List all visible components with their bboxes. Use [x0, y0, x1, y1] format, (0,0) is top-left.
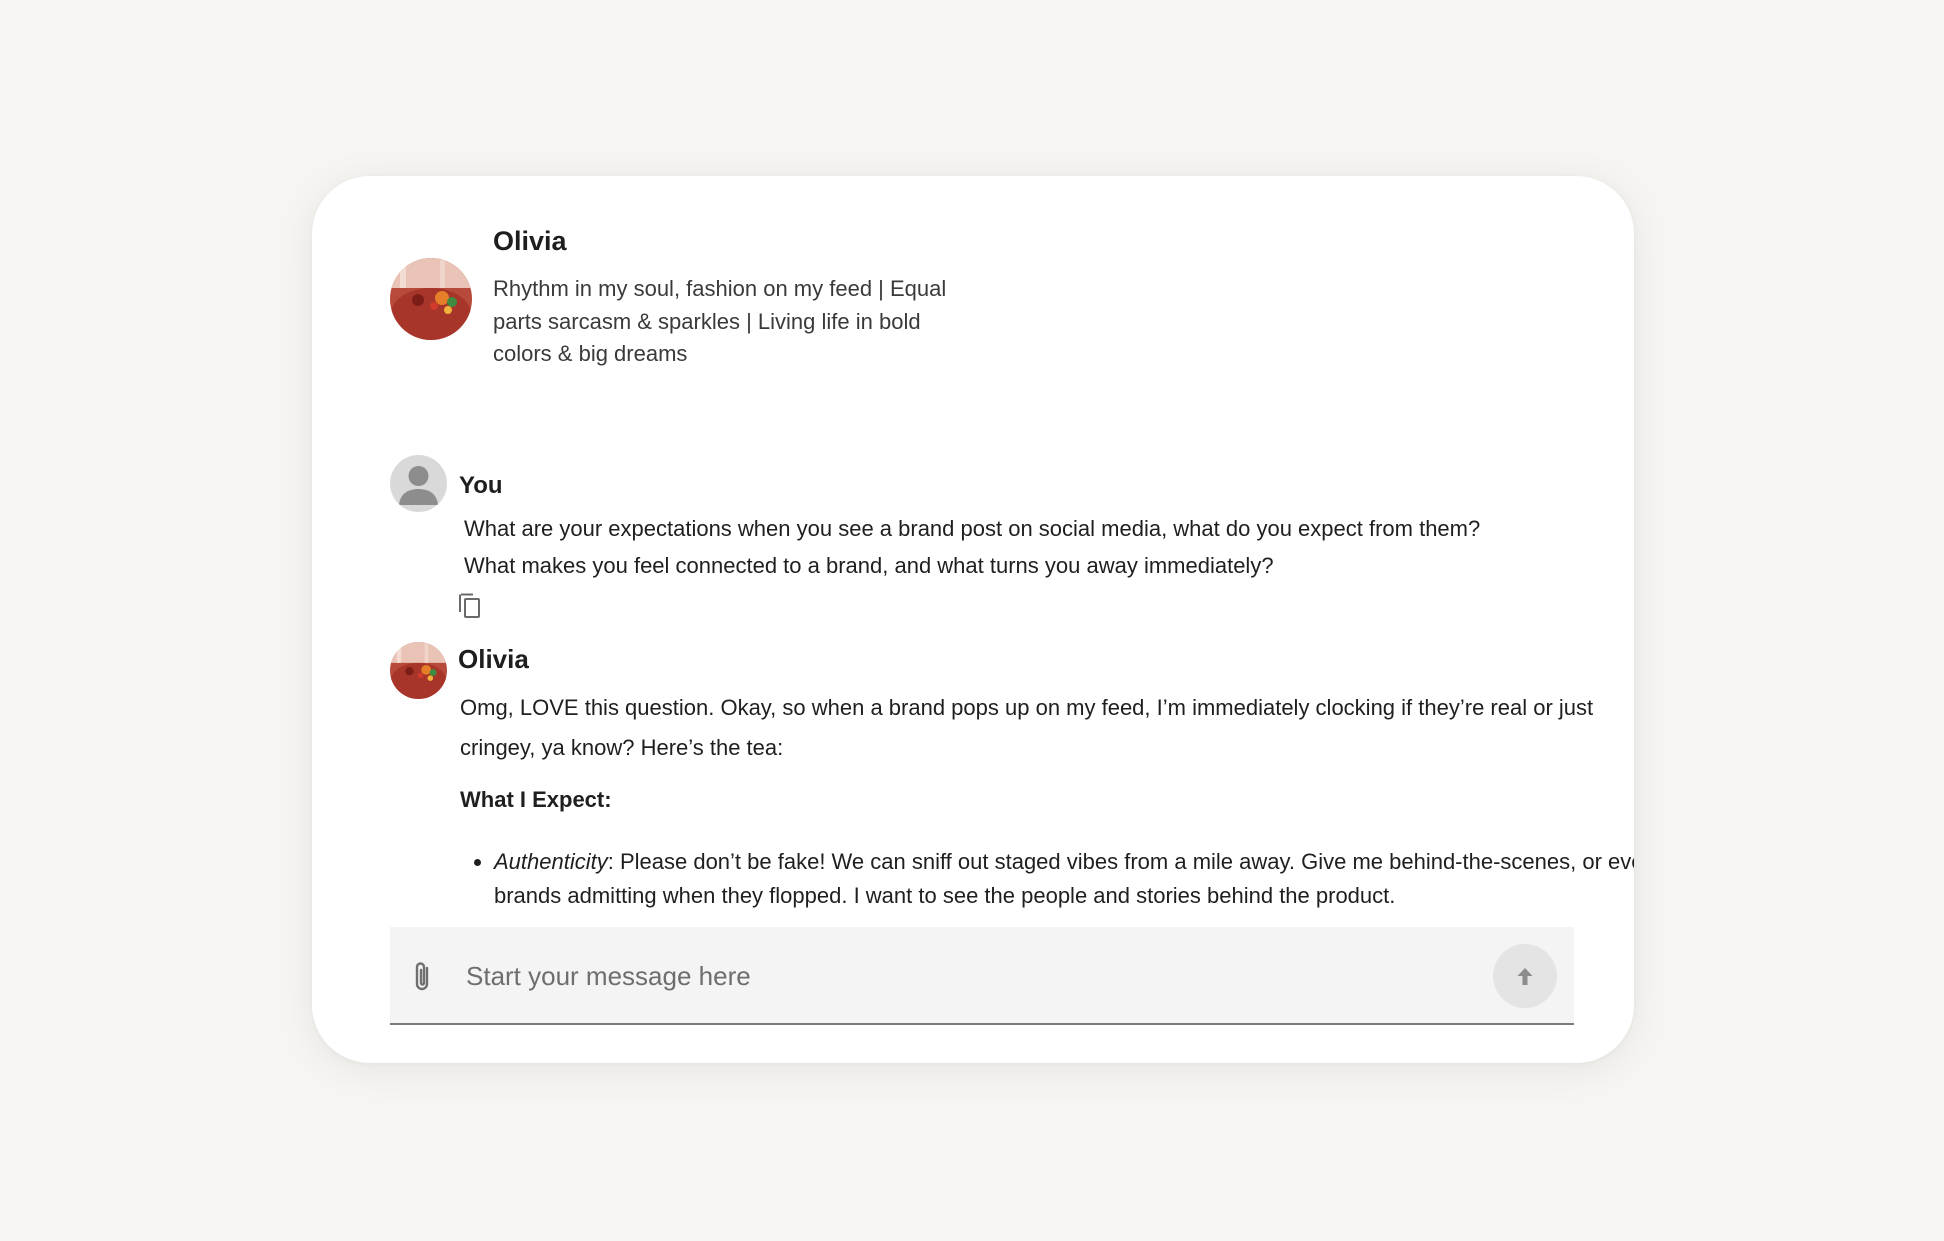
profile-avatar: [390, 258, 472, 340]
olivia-avatar: [390, 642, 447, 699]
user-message-line-1: What are your expectations when you see …: [464, 516, 1481, 541]
chat-card: Olivia Rhythm in my soul, fashion on my …: [312, 176, 1634, 1063]
list-item: Authenticity: Please don’t be fake! We c…: [494, 845, 1634, 913]
person-icon: [399, 466, 438, 505]
send-button[interactable]: [1493, 944, 1557, 1008]
reply-bullet-list: Authenticity: Please don’t be fake! We c…: [460, 845, 1634, 913]
reply-sender-name: Olivia: [458, 644, 529, 674]
bullet-text: : Please don’t be fake! We can sniff out…: [494, 849, 1634, 908]
paperclip-icon[interactable]: [410, 960, 436, 994]
user-avatar: [390, 455, 447, 512]
arrow-up-icon: [1517, 968, 1533, 985]
message-composer: [390, 927, 1574, 1025]
copy-icon[interactable]: [458, 593, 482, 619]
user-sender-name: You: [459, 472, 503, 499]
reply-heading: What I Expect:: [460, 787, 612, 812]
profile-bio: Rhythm in my soul, fashion on my feed | …: [493, 276, 947, 366]
message-input[interactable]: [466, 951, 1466, 1001]
user-message-line-2: What makes you feel connected to a brand…: [464, 553, 1274, 578]
profile-name: Olivia: [493, 226, 567, 256]
bullet-term: Authenticity: [494, 849, 608, 874]
reply-intro: Omg, LOVE this question. Okay, so when a…: [460, 695, 1594, 760]
